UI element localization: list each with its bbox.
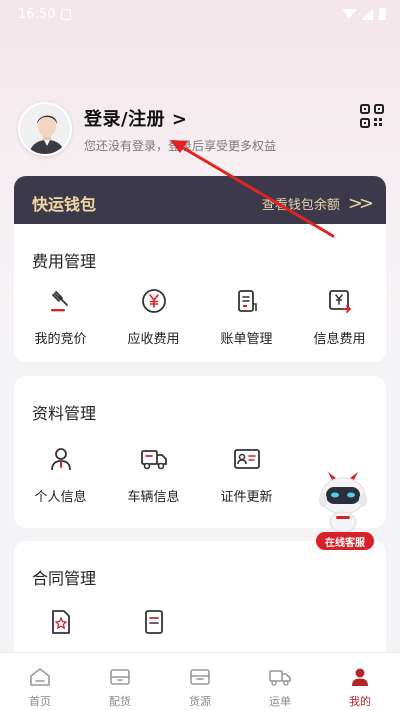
contract-item-2[interactable] [107,607,200,637]
vehicle-info-item[interactable]: 车辆信息 [107,444,200,505]
status-time: 16:50 [18,6,56,22]
status-bar: 16:50 [0,0,400,28]
my-bids-item[interactable]: 我的竞价 [14,286,107,347]
contract-star-icon [46,607,76,637]
contract-document-icon [139,607,169,637]
wallet-title: 快运钱包 [32,195,97,214]
login-register-link[interactable]: 登录/注册 > [84,105,276,131]
section-title: 合同管理 [32,569,97,588]
home-icon [30,668,50,686]
tab-label: 货源 [189,695,211,708]
section-title: 资料管理 [32,404,97,423]
tab-label: 我的 [349,695,371,708]
signal-icon [362,8,373,20]
wallet-banner[interactable]: 快运钱包 查看钱包余额 >> [14,176,386,230]
tab-waybill[interactable]: 运单 [240,653,320,710]
item-label: 车辆信息 [127,490,180,505]
contract-item-1[interactable] [14,607,107,637]
item-label: 信息费用 [313,332,366,347]
double-chevron-icon: >> [347,192,374,214]
item-label: 证件更新 [220,490,273,505]
qr-code-button[interactable] [360,104,384,128]
qr-code-icon [360,104,384,128]
wifi-icon [342,9,356,19]
truck-tab-icon [269,670,291,686]
item-label: 个人信息 [34,490,87,505]
tab-mine[interactable]: 我的 [320,653,400,710]
bottom-tab-bar: 首页 配货 货源 运单 我的 [0,652,400,710]
yen-circle-icon [139,286,169,316]
login-entry[interactable]: 登录/注册 > 您还没有登录，登录后享受更多权益 [18,102,276,156]
person-icon [46,444,76,474]
info-fees-item[interactable]: 信息费用 [293,286,386,347]
profile-tab-icon [352,668,368,686]
cargo-icon [190,669,210,685]
personal-info-item[interactable]: 个人信息 [14,444,107,505]
tab-home[interactable]: 首页 [0,653,80,710]
bill-icon [232,286,262,316]
avatar[interactable] [18,102,72,156]
id-card-icon [232,444,262,474]
robot-icon [319,472,367,533]
fee-management-card: 费用管理 我的竞价 应收费用 账单管理 信息费用 [14,224,386,362]
tab-dispatch[interactable]: 配货 [80,653,160,710]
bill-management-item[interactable]: 账单管理 [200,286,293,347]
wallet-link-label: 查看钱包余额 [261,197,340,213]
tab-cargo[interactable]: 货源 [160,653,240,710]
receivable-fees-item[interactable]: 应收费用 [107,286,200,347]
user-avatar-icon [20,104,70,154]
login-hint: 您还没有登录，登录后享受更多权益 [84,138,277,153]
tab-label: 首页 [29,695,51,708]
yen-document-icon [325,286,355,316]
gavel-icon [46,286,76,316]
item-label: 应收费用 [127,332,180,347]
item-label: 我的竞价 [34,332,87,347]
battery-icon [379,8,386,20]
online-service-label[interactable]: 在线客服 [316,532,374,550]
item-label: 账单管理 [220,332,273,347]
view-wallet-balance-link[interactable]: 查看钱包余额 >> [261,192,374,214]
dispatch-icon [110,669,130,685]
truck-icon [139,444,169,474]
section-title: 费用管理 [32,252,97,271]
document-update-item[interactable]: 证件更新 [200,444,293,505]
tab-label: 配货 [109,695,131,708]
tab-label: 运单 [269,695,291,708]
notification-icon [61,8,72,20]
